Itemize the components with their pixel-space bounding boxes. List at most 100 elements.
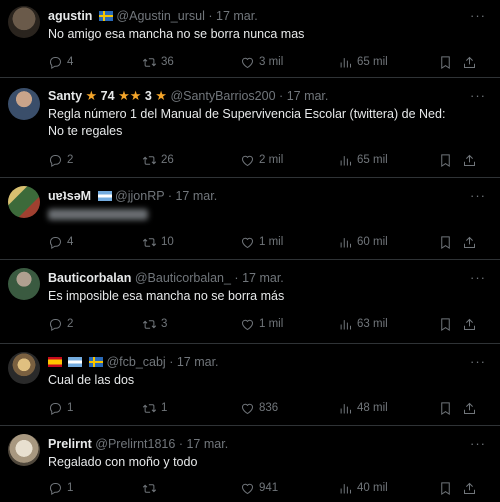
action-bar: 4 36 3 mil 65 mil bbox=[44, 52, 484, 72]
reply-button[interactable]: 4 bbox=[48, 52, 73, 72]
tweet-date[interactable]: 17 mar. bbox=[216, 9, 258, 23]
reply-icon bbox=[48, 153, 63, 168]
reply-button[interactable]: 4 bbox=[48, 232, 73, 252]
user-handle[interactable]: @Prelirnt1816 bbox=[95, 437, 175, 451]
bookmark-button[interactable] bbox=[438, 314, 453, 334]
repost-button[interactable]: 1 bbox=[142, 398, 167, 418]
reply-button[interactable]: 1 bbox=[48, 478, 73, 498]
view-count: 65 mil bbox=[357, 154, 388, 166]
like-count: 941 bbox=[259, 482, 279, 494]
user-handle[interactable]: @Bauticorbalan_ bbox=[135, 271, 231, 285]
like-button[interactable]: 836 bbox=[240, 398, 278, 418]
share-button[interactable] bbox=[462, 398, 477, 418]
bookmark-button[interactable] bbox=[438, 52, 453, 72]
tweet-date[interactable]: 17 mar. bbox=[287, 89, 329, 103]
tweet-text: No amigo esa mancha no se borra nunca ma… bbox=[48, 27, 305, 41]
action-bar: 4 10 1 mil 60 mil bbox=[44, 232, 484, 252]
bookmark-icon bbox=[438, 235, 453, 250]
bookmark-button[interactable] bbox=[438, 478, 453, 498]
reply-button[interactable]: 2 bbox=[48, 314, 73, 334]
like-button[interactable]: 1 mil bbox=[240, 314, 283, 334]
tweet-text: Cual de las dos bbox=[48, 373, 135, 387]
user-handle[interactable]: @fcb_cabj bbox=[106, 355, 165, 369]
like-count: 2 mil bbox=[259, 154, 284, 166]
share-button[interactable] bbox=[462, 150, 477, 170]
avatar[interactable] bbox=[8, 6, 40, 38]
user-handle[interactable]: @Agustin_ursul bbox=[116, 9, 204, 23]
more-options-icon[interactable]: ··· bbox=[470, 188, 486, 203]
share-button[interactable] bbox=[462, 314, 477, 334]
display-name[interactable]: Santy bbox=[48, 89, 82, 103]
avatar[interactable] bbox=[8, 186, 40, 218]
more-options-icon[interactable]: ··· bbox=[470, 354, 486, 369]
repost-button[interactable]: 3 bbox=[142, 314, 167, 334]
reply-tweet[interactable]: uɐʇsǝM @jjonRP · 17 mar. ··· 4 10 1 mil … bbox=[0, 178, 500, 260]
reply-tweet[interactable]: Prelirnt @Prelirnt1816 · 17 mar. ··· Reg… bbox=[0, 426, 500, 502]
views-button[interactable]: 65 mil bbox=[338, 150, 388, 170]
reply-tweet[interactable]: Santy ★ 74 ★★ 3 ★ @SantyBarrios200 · 17 … bbox=[0, 78, 500, 178]
view-count: 40 mil bbox=[357, 482, 388, 494]
badge-number: 3 bbox=[144, 89, 152, 103]
view-count: 60 mil bbox=[357, 236, 388, 248]
reply-count: 1 bbox=[67, 402, 74, 414]
like-button[interactable]: 3 mil bbox=[240, 52, 283, 72]
like-button[interactable]: 941 bbox=[240, 478, 278, 498]
more-options-icon[interactable]: ··· bbox=[470, 88, 486, 103]
argentina-flag-icon bbox=[97, 191, 112, 201]
bookmark-button[interactable] bbox=[438, 398, 453, 418]
reply-tweet[interactable]: Bauticorbalan @Bauticorbalan_ · 17 mar. … bbox=[0, 260, 500, 344]
views-button[interactable]: 48 mil bbox=[338, 398, 388, 418]
bookmark-button[interactable] bbox=[438, 150, 453, 170]
display-name[interactable]: Bauticorbalan bbox=[48, 271, 131, 285]
repost-button[interactable]: 10 bbox=[142, 232, 174, 252]
views-button[interactable]: 40 mil bbox=[338, 478, 388, 498]
repost-count: 3 bbox=[161, 318, 168, 330]
repost-button[interactable]: 36 bbox=[142, 52, 174, 72]
share-icon bbox=[462, 401, 477, 416]
repost-button[interactable] bbox=[142, 478, 161, 498]
tweet-date[interactable]: 17 mar. bbox=[242, 271, 284, 285]
display-name[interactable]: uɐʇsǝM bbox=[48, 189, 91, 203]
repost-button[interactable]: 26 bbox=[142, 150, 174, 170]
avatar[interactable] bbox=[8, 434, 40, 466]
share-button[interactable] bbox=[462, 52, 477, 72]
share-button[interactable] bbox=[462, 478, 477, 498]
repost-count: 26 bbox=[161, 154, 174, 166]
repost-count: 36 bbox=[161, 56, 174, 68]
display-name[interactable]: Prelirnt bbox=[48, 437, 92, 451]
separator: · bbox=[234, 271, 239, 285]
bookmark-button[interactable] bbox=[438, 232, 453, 252]
tweet-text: Regla número 1 del Manual de Supervivenc… bbox=[48, 107, 446, 138]
views-button[interactable]: 60 mil bbox=[338, 232, 388, 252]
avatar[interactable] bbox=[8, 88, 40, 120]
like-button[interactable]: 1 mil bbox=[240, 232, 283, 252]
more-options-icon[interactable]: ··· bbox=[470, 8, 486, 23]
views-icon bbox=[338, 317, 353, 332]
more-options-icon[interactable]: ··· bbox=[470, 270, 486, 285]
views-button[interactable]: 63 mil bbox=[338, 314, 388, 334]
reply-tweet[interactable]: @fcb_cabj · 17 mar. ··· Cual de las dos … bbox=[0, 344, 500, 426]
reply-button[interactable]: 1 bbox=[48, 398, 73, 418]
user-handle[interactable]: @jjonRP bbox=[115, 189, 164, 203]
tweet-date[interactable]: 17 mar. bbox=[177, 355, 219, 369]
avatar[interactable] bbox=[8, 352, 40, 384]
repost-icon bbox=[142, 481, 157, 496]
share-button[interactable] bbox=[462, 232, 477, 252]
tweet-date[interactable]: 17 mar. bbox=[175, 189, 217, 203]
like-icon bbox=[240, 401, 255, 416]
reply-count: 1 bbox=[67, 482, 74, 494]
separator: · bbox=[178, 437, 183, 451]
views-button[interactable]: 65 mil bbox=[338, 52, 388, 72]
like-button[interactable]: 2 mil bbox=[240, 150, 283, 170]
reply-icon bbox=[48, 317, 63, 332]
display-name[interactable]: agustin bbox=[48, 9, 92, 23]
reply-tweet[interactable]: agustin @Agustin_ursul · 17 mar. ··· No … bbox=[0, 0, 500, 78]
avatar[interactable] bbox=[8, 268, 40, 300]
reply-icon bbox=[48, 481, 63, 496]
tweet-date[interactable]: 17 mar. bbox=[186, 437, 228, 451]
star-icon: ★ bbox=[118, 88, 130, 103]
more-options-icon[interactable]: ··· bbox=[470, 436, 486, 451]
user-handle[interactable]: @SantyBarrios200 bbox=[170, 89, 275, 103]
spain-flag-icon bbox=[48, 357, 62, 367]
reply-button[interactable]: 2 bbox=[48, 150, 73, 170]
